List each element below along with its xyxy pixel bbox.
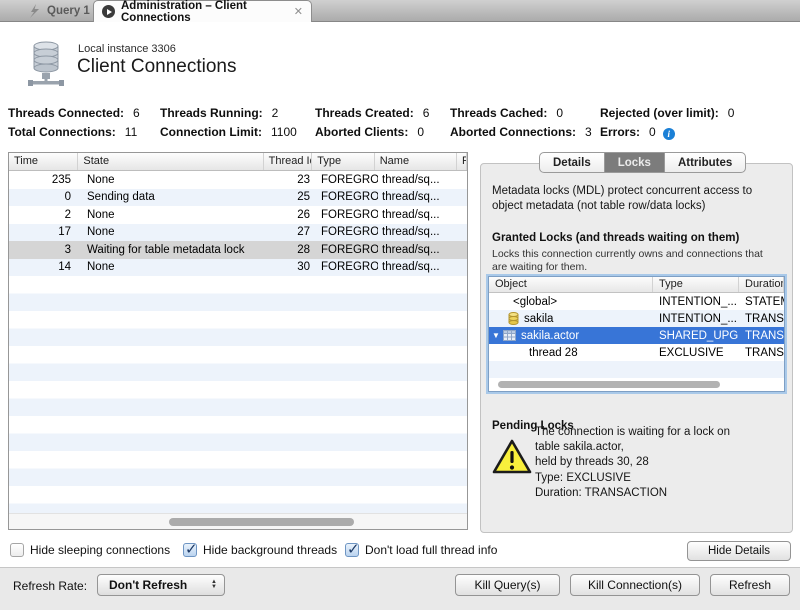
kill-connection-button[interactable]: Kill Connection(s) xyxy=(570,574,700,596)
mysql-workbench-window: Query 1 Administration – Client Connecti… xyxy=(0,0,800,610)
column-header-thread-id[interactable]: Thread Id xyxy=(264,153,313,170)
instance-name: Local instance 3306 xyxy=(78,43,176,55)
panel-content: Metadata locks (MDL) protect concurrent … xyxy=(480,163,793,533)
empty-rows-area xyxy=(9,276,467,514)
scrollbar-thumb[interactable] xyxy=(169,518,354,526)
stat-threads-created: Threads Created:6 xyxy=(315,106,429,120)
connection-row[interactable]: 0 Sending data 25 FOREGRO... thread/sq..… xyxy=(9,189,467,207)
stat-threads-connected: Threads Connected:6 xyxy=(8,106,140,120)
connection-row[interactable]: 2 None 26 FOREGRO... thread/sq... xyxy=(9,206,467,224)
schema-icon xyxy=(508,312,519,325)
connection-row[interactable]: 17 None 27 FOREGRO... thread/sq... xyxy=(9,224,467,242)
administration-icon xyxy=(102,5,115,18)
tab-query-1-label: Query 1 xyxy=(47,5,90,17)
checkbox-hide-sleeping-connections[interactable]: Hide sleeping connections xyxy=(10,543,170,557)
kill-query-button[interactable]: Kill Query(s) xyxy=(455,574,560,596)
stat-threads-cached: Threads Cached:0 xyxy=(450,106,563,120)
granted-locks-subtext: Locks this connection currently owns and… xyxy=(492,248,772,274)
lock-row-global[interactable]: <global> INTENTION_... STATEMENT xyxy=(489,293,784,310)
column-header-state[interactable]: State xyxy=(78,153,263,170)
granted-locks-tree: Object Type Duration <global> INTENTION_… xyxy=(488,276,785,392)
editor-tab-bar: Query 1 Administration – Client Connecti… xyxy=(0,0,800,22)
empty-tree-row xyxy=(489,361,784,378)
lock-row-waiting-thread[interactable]: thread 28 EXCLUSIVE TRANSACTION xyxy=(489,344,784,361)
page-title: Client Connections xyxy=(77,56,236,78)
connection-row[interactable]: 235 None 23 FOREGRO... thread/sq... xyxy=(9,171,467,189)
column-header-lock-type[interactable]: Type xyxy=(653,277,739,292)
tab-admin-label: Administration – Client Connections xyxy=(121,0,288,24)
checkbox-checked-icon[interactable] xyxy=(183,543,197,557)
mdl-intro-text: Metadata locks (MDL) protect concurrent … xyxy=(492,184,780,214)
connection-row-selected[interactable]: 3 Waiting for table metadata lock 28 FOR… xyxy=(9,241,467,259)
horizontal-scrollbar[interactable] xyxy=(9,513,467,529)
column-header-pa[interactable]: Pa xyxy=(457,153,467,170)
stepper-arrows-icon: ▲▼ xyxy=(211,580,217,590)
column-header-name[interactable]: Name xyxy=(375,153,457,170)
locks-tree-header: Object Type Duration xyxy=(489,277,784,293)
database-server-icon xyxy=(26,40,66,93)
connections-table-header: Time State Thread Id Type Name Pa xyxy=(9,153,467,171)
stat-threads-running: Threads Running:2 xyxy=(160,106,278,120)
connection-row[interactable]: 14 None 30 FOREGRO... thread/sq... xyxy=(9,259,467,277)
granted-locks-heading: Granted Locks (and threads waiting on th… xyxy=(492,232,739,244)
column-header-type[interactable]: Type xyxy=(312,153,374,170)
stat-total-connections: Total Connections:11 xyxy=(8,125,137,139)
refresh-button[interactable]: Refresh xyxy=(710,574,790,596)
lock-row-table-selected[interactable]: ▼ sakila.actor SHARED_UPG... TRANSACTION xyxy=(489,327,784,344)
tree-scrollbar-thumb[interactable] xyxy=(498,381,720,388)
tab-administration-client-connections[interactable]: Administration – Client Connections ✕ xyxy=(93,0,312,22)
refresh-rate-select[interactable]: Don't Refresh ▲▼ xyxy=(97,574,225,596)
table-icon xyxy=(503,330,516,341)
checkbox-dont-load-full-thread-info[interactable]: Don't load full thread info xyxy=(345,543,497,557)
errors-info-icon[interactable]: i xyxy=(663,128,675,140)
stat-aborted-clients: Aborted Clients:0 xyxy=(315,125,424,139)
lock-row-schema[interactable]: sakila INTENTION_... TRANSACTION xyxy=(489,310,784,327)
warning-icon xyxy=(491,438,533,481)
stat-errors: Errors:0i xyxy=(600,125,675,140)
client-connections-table: Time State Thread Id Type Name Pa 235 No… xyxy=(8,152,468,530)
refresh-rate-label: Refresh Rate: xyxy=(13,579,87,593)
column-header-duration[interactable]: Duration xyxy=(739,277,784,292)
checkbox-checked-icon[interactable] xyxy=(345,543,359,557)
stat-rejected: Rejected (over limit):0 xyxy=(600,106,734,120)
hide-details-button[interactable]: Hide Details xyxy=(687,541,791,561)
stat-aborted-connections: Aborted Connections:3 xyxy=(450,125,592,139)
lightning-icon xyxy=(28,4,40,18)
checkbox-hide-background-threads[interactable]: Hide background threads xyxy=(183,543,337,557)
close-tab-icon[interactable]: ✕ xyxy=(294,5,303,18)
disclosure-triangle-icon[interactable]: ▼ xyxy=(489,331,503,340)
stat-connection-limit: Connection Limit:1100 xyxy=(160,125,297,139)
pending-locks-text: The connection is waiting for a lock on … xyxy=(535,425,783,501)
column-header-object[interactable]: Object xyxy=(489,277,653,292)
checkbox-icon[interactable] xyxy=(10,543,24,557)
column-header-time[interactable]: Time xyxy=(9,153,78,170)
